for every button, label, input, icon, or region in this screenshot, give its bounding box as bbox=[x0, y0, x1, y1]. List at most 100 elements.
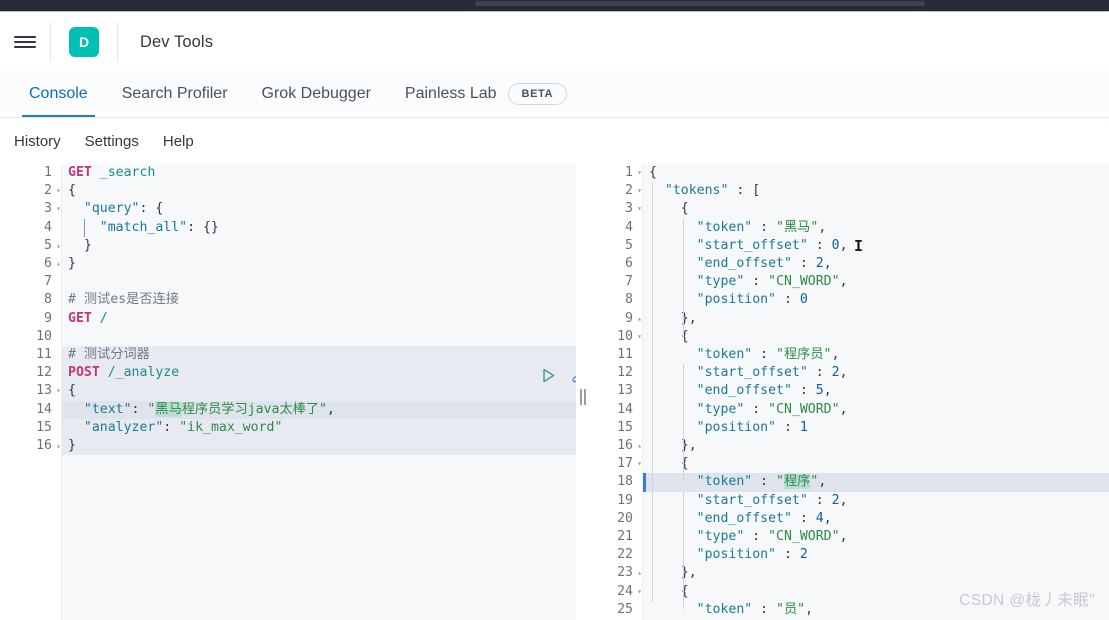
code-line-text: GET _search bbox=[62, 164, 576, 182]
code-token: : bbox=[744, 401, 769, 417]
fold-toggle-icon[interactable]: ▴ bbox=[637, 310, 642, 328]
line-number: 12 bbox=[20, 364, 62, 382]
watermark: CSDN @栊丿未眠" bbox=[959, 592, 1095, 609]
code-line[interactable]: "token" : "程序员", bbox=[643, 346, 1109, 364]
code-line[interactable]: "text": "黑马程序员学习java太棒了", bbox=[62, 400, 576, 419]
code-token: , bbox=[839, 365, 848, 381]
subnav-item-help[interactable]: Help bbox=[163, 133, 194, 150]
fold-toggle-icon[interactable]: ▾ bbox=[637, 200, 642, 218]
code-line[interactable]: GET _search bbox=[62, 164, 576, 182]
code-line[interactable]: "analyzer": "ik_max_word" bbox=[62, 418, 576, 437]
code-line[interactable]: "start_offset" : 0, bbox=[643, 237, 1109, 255]
code-line[interactable]: "type" : "CN_WORD", bbox=[643, 528, 1109, 546]
tab-painless-lab[interactable]: Painless Lab BETA bbox=[388, 70, 584, 117]
tab-grok-debugger[interactable]: Grok Debugger bbox=[245, 70, 388, 117]
fold-toggle-icon[interactable]: ▴ bbox=[56, 237, 61, 255]
line-number: 1 bbox=[20, 164, 62, 182]
code-line[interactable]: "position" : 1 bbox=[643, 419, 1109, 437]
code-token: 程序员学习java太棒了" bbox=[181, 401, 327, 417]
fold-toggle-icon[interactable]: ▾ bbox=[637, 583, 642, 601]
code-line[interactable]: { bbox=[62, 182, 576, 200]
code-token: "程序员" bbox=[776, 347, 832, 362]
wrench-icon[interactable] bbox=[571, 366, 576, 385]
fold-toggle-icon[interactable]: ▾ bbox=[56, 382, 61, 400]
code-line[interactable]: }, bbox=[643, 310, 1109, 328]
fold-toggle-icon[interactable]: ▾ bbox=[637, 182, 642, 200]
code-line[interactable]: }, bbox=[643, 564, 1109, 582]
fold-toggle-icon[interactable]: ▴ bbox=[637, 437, 642, 455]
code-line[interactable]: "end_offset" : 4, bbox=[643, 510, 1109, 528]
console-response-viewer[interactable]: 1 ▾ 2 ▾ 3 ▾ 4 5 6 7 8 9 ▴ 10 ▾ 11 12 13 14 15 16 ▴ 17 ▾ 18 19 20 21… bbox=[595, 164, 1109, 620]
code-token: # 测试分词器 bbox=[68, 347, 150, 362]
code-token: : [ bbox=[728, 183, 761, 199]
code-line[interactable] bbox=[62, 328, 576, 346]
code-line[interactable] bbox=[62, 273, 576, 291]
code-token: : bbox=[791, 256, 816, 271]
code-line[interactable]: "token" : "程序", bbox=[643, 473, 1109, 492]
fold-toggle-icon[interactable]: ▴ bbox=[56, 437, 61, 455]
code-token: , bbox=[839, 274, 848, 290]
code-line[interactable]: { bbox=[62, 382, 576, 401]
request-code-surface[interactable]: GET _search{ "query": { "match_all": {} … bbox=[62, 164, 576, 620]
code-token: "token" bbox=[696, 474, 753, 490]
code-line[interactable]: } bbox=[62, 237, 576, 255]
code-line[interactable]: }, bbox=[643, 437, 1109, 455]
code-line[interactable]: { bbox=[643, 164, 1109, 182]
code-line[interactable]: # 测试es是否连接 bbox=[62, 291, 576, 309]
subnav-item-history[interactable]: History bbox=[14, 133, 61, 150]
code-token: , bbox=[823, 510, 832, 526]
tab-search-profiler[interactable]: Search Profiler bbox=[105, 70, 245, 117]
code-line[interactable]: { bbox=[643, 328, 1109, 346]
code-line[interactable]: "type" : "CN_WORD", bbox=[643, 273, 1109, 291]
code-token: 4 bbox=[815, 510, 824, 526]
text-cursor-ibeam: I bbox=[854, 237, 864, 255]
code-token: "position" bbox=[696, 419, 777, 435]
code-line[interactable]: GET / bbox=[62, 310, 576, 328]
line-number-label: 16 bbox=[36, 438, 52, 453]
code-line[interactable]: "start_offset" : 2, bbox=[643, 492, 1109, 510]
line-number-label: 12 bbox=[36, 365, 52, 381]
code-line[interactable]: } bbox=[62, 255, 576, 273]
code-line[interactable]: "end_offset" : 2, bbox=[643, 255, 1109, 273]
code-line[interactable]: "position" : 0 bbox=[643, 291, 1109, 309]
fold-toggle-icon[interactable]: ▾ bbox=[56, 182, 61, 200]
code-line[interactable]: "end_offset" : 5, bbox=[643, 382, 1109, 400]
code-token: , bbox=[823, 383, 832, 399]
play-triangle-icon[interactable] bbox=[540, 367, 557, 384]
code-token: : bbox=[744, 529, 769, 544]
code-line[interactable]: # 测试分词器 bbox=[62, 346, 576, 365]
code-token: , bbox=[839, 401, 848, 417]
fold-toggle-icon[interactable]: ▾ bbox=[637, 164, 642, 182]
pane-splitter[interactable] bbox=[578, 389, 588, 405]
fold-toggle-icon[interactable]: ▴ bbox=[637, 564, 642, 582]
code-line[interactable]: "start_offset" : 2, bbox=[643, 364, 1109, 382]
tab-console[interactable]: Console bbox=[12, 70, 105, 117]
code-token: { bbox=[649, 201, 689, 217]
response-code-surface[interactable]: { "tokens" : [ { "token" : "黑马", "start_… bbox=[643, 164, 1109, 620]
code-line[interactable]: "type" : "CN_WORD", bbox=[643, 401, 1109, 419]
code-line[interactable]: "query": { bbox=[62, 200, 576, 218]
code-line[interactable]: { bbox=[643, 455, 1109, 473]
header-divider-2 bbox=[117, 22, 118, 62]
code-token: "position" bbox=[696, 547, 777, 563]
app-logo[interactable]: D bbox=[69, 27, 99, 57]
browser-omnibox[interactable] bbox=[475, 1, 925, 6]
code-token: 程序 bbox=[784, 474, 811, 490]
code-line[interactable]: "match_all": {} bbox=[62, 219, 576, 237]
code-line[interactable]: "tokens" : [ bbox=[643, 182, 1109, 200]
fold-toggle-icon[interactable]: ▴ bbox=[56, 255, 61, 273]
subnav-item-settings[interactable]: Settings bbox=[85, 133, 139, 150]
code-line[interactable]: "position" : 2 bbox=[643, 546, 1109, 564]
fold-toggle-icon[interactable]: ▾ bbox=[637, 328, 642, 346]
hamburger-menu-icon[interactable] bbox=[0, 13, 50, 71]
code-line[interactable]: POST /_analyze bbox=[62, 364, 576, 383]
console-request-editor[interactable]: 1 2 ▾ 3 ▾ 4 5 ▴ 6 ▴ 7 8 9 10 11 12 13 ▾ 14 15 16 ▴ GET _searc… bbox=[20, 164, 576, 620]
fold-toggle-icon[interactable]: ▾ bbox=[56, 200, 61, 218]
code-line[interactable]: } bbox=[62, 437, 576, 456]
code-line[interactable]: { bbox=[643, 200, 1109, 218]
code-line[interactable]: "token" : "黑马", bbox=[643, 219, 1109, 237]
fold-toggle-icon[interactable]: ▾ bbox=[637, 455, 642, 473]
line-number-label: 17 bbox=[617, 456, 633, 472]
